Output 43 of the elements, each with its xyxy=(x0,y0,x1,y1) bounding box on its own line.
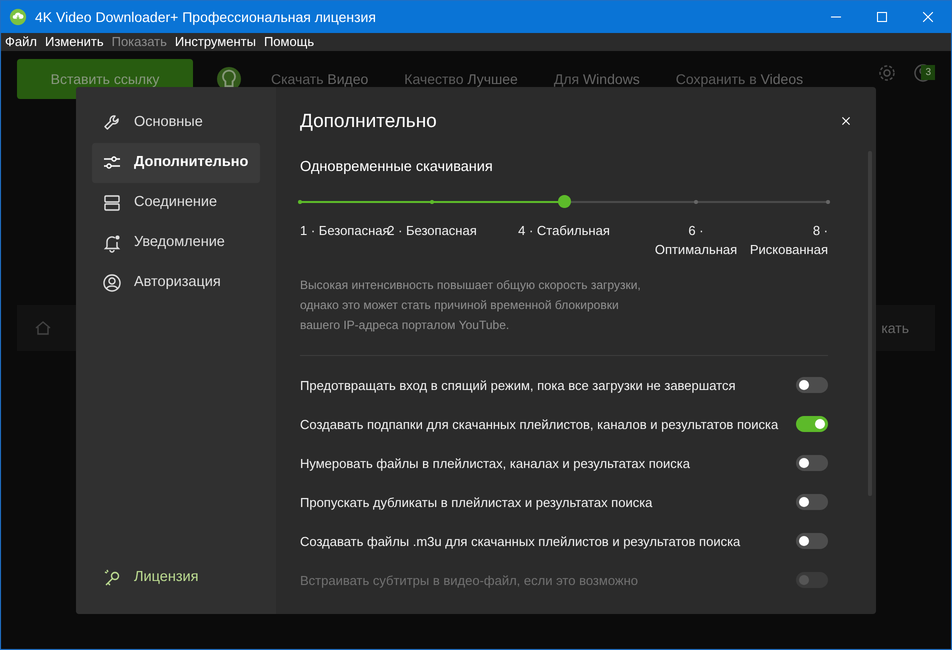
sidebar-item[interactable]: Соединение xyxy=(92,183,260,223)
slider-thumb[interactable] xyxy=(558,194,571,208)
option-label: Пропускать дубликаты в плейлистах и результатах поиска xyxy=(300,494,652,512)
tick-label: 1 · Безопасная xyxy=(300,222,390,240)
close-icon xyxy=(923,12,933,22)
toggle-switch[interactable] xyxy=(796,494,828,510)
tick-label: 2 · Безопасная xyxy=(387,222,477,240)
sidebar-item[interactable]: Дополнительно xyxy=(92,143,260,183)
option-label: Создавать подпапки для скачанных плейлистов, каналов и результатов поиска xyxy=(300,416,778,434)
app-logo-icon xyxy=(9,8,27,26)
toggle-switch[interactable] xyxy=(796,416,828,432)
close-icon xyxy=(840,114,852,127)
sidebar-item[interactable]: Основные xyxy=(92,103,260,143)
option-label: Создавать файлы .m3u для скачанных плейлистов и результатов поиска xyxy=(300,532,740,551)
dialog-title: Дополнительно xyxy=(300,111,437,134)
toggle-switch[interactable] xyxy=(796,455,828,472)
sidebar-item[interactable]: Лицензия xyxy=(92,558,260,598)
option-label: Предотвращать вход в спящий режим, пока все загрузки не завершатся xyxy=(300,376,736,395)
settings-icon xyxy=(877,63,897,83)
key-icon xyxy=(102,568,122,588)
menu-item[interactable]: Инструменты xyxy=(170,33,260,51)
sidebar-item[interactable]: Авторизация xyxy=(92,263,260,303)
menu-item[interactable]: Помощь xyxy=(260,33,318,51)
slider-label: Одновременные скачивания xyxy=(300,158,494,177)
toggle-switch[interactable] xyxy=(796,377,828,394)
window-title: 4K Video Downloader+ Профессиональная лицензия xyxy=(35,8,377,27)
menu-item[interactable]: Файл xyxy=(1,33,41,51)
panel-text: кать xyxy=(881,318,909,338)
tick-label: 8 · Рискованная xyxy=(748,222,828,259)
count-badge: 3 xyxy=(921,65,935,80)
maximize-icon xyxy=(877,12,887,22)
toggle-switch[interactable] xyxy=(796,533,828,550)
option-label: Встраивать субтитры в видео-файл, если это возможно xyxy=(300,572,638,590)
server-icon xyxy=(102,193,122,213)
tick-label: 4 · Стабильная xyxy=(518,222,610,240)
slider[interactable] xyxy=(300,194,828,209)
bell-icon xyxy=(102,233,122,253)
menu-item[interactable]: Изменить xyxy=(40,33,108,51)
tick-label: 6 · Оптимальная xyxy=(654,222,738,259)
hint-text: Высокая интенсивность повышает общую скорость загрузки, однако это может стать причиной временной блокировки вашего IP-адреса порталом YouTube. xyxy=(300,276,642,334)
sidebar-item[interactable]: Уведомление xyxy=(92,223,260,263)
user-icon xyxy=(102,273,122,293)
option-label: Нумеровать файлы в плейлистах, каналах и результатах поиска xyxy=(300,454,690,473)
